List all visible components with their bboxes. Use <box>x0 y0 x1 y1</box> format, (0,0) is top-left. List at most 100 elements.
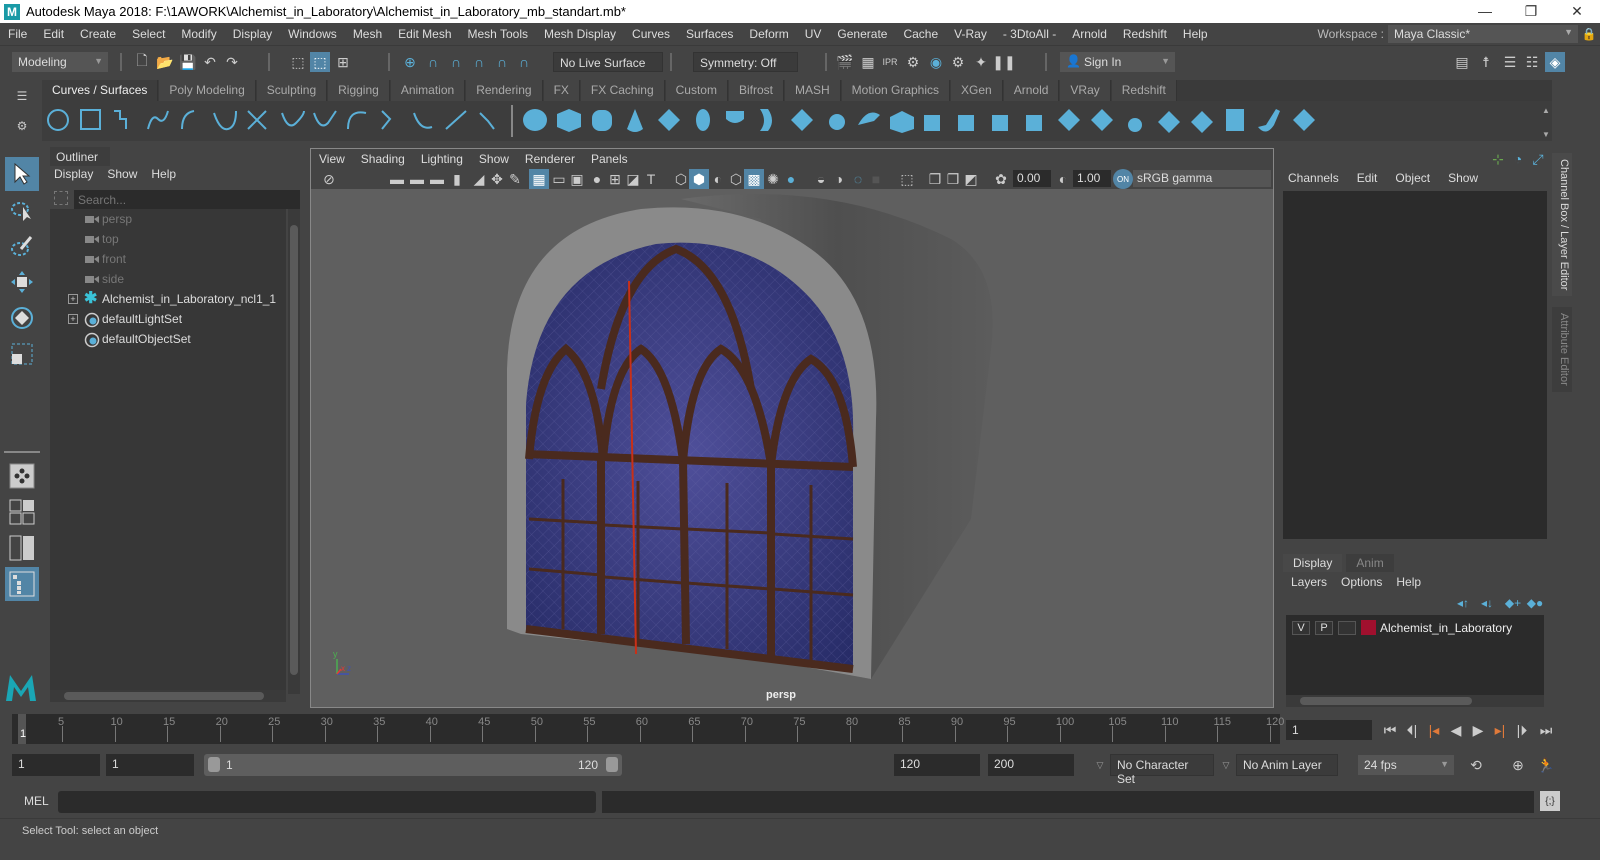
animation-end-field[interactable]: 200 <box>988 754 1074 776</box>
light-editor-icon[interactable]: ✦ <box>971 52 991 72</box>
shelf-tab-poly-modeling[interactable]: Poly Modeling <box>159 80 256 101</box>
intersect-surfaces-icon[interactable] <box>958 115 974 131</box>
new-layer-from-selection-icon[interactable]: ◆● <box>1525 593 1545 613</box>
attribute-editor-toggle-icon[interactable]: ☰ <box>1500 52 1520 72</box>
snap-live-icon[interactable]: ∩ <box>514 52 534 72</box>
filter-selection-icon[interactable] <box>54 191 68 205</box>
pencil-curve-tool-icon[interactable] <box>147 110 169 130</box>
render-view-icon[interactable]: 🎬 <box>835 52 855 72</box>
hypershade-icon[interactable]: ◉ <box>926 52 946 72</box>
layer-tab-display[interactable]: Display <box>1283 554 1343 572</box>
birail-icon[interactable] <box>858 112 880 125</box>
color-management-toggle-icon[interactable]: ON <box>1113 169 1133 189</box>
sculpt-geometry-icon[interactable] <box>1258 109 1280 132</box>
redo-icon[interactable]: ↷ <box>222 52 242 72</box>
smooth-shade-icon[interactable]: ⬢ <box>689 169 709 189</box>
menu-vray[interactable]: V-Ray <box>946 27 995 41</box>
nurbs-sphere-icon[interactable] <box>523 109 547 131</box>
channel-box-layer-editor-tab[interactable]: Channel Box / Layer Editor <box>1552 153 1572 297</box>
object-menu[interactable]: Object <box>1395 171 1430 185</box>
options-menu[interactable]: Options <box>1341 575 1382 589</box>
scrollbar-thumb[interactable] <box>1300 697 1472 705</box>
current-frame-field[interactable]: 1 <box>1286 720 1372 740</box>
bevel-plus-icon[interactable] <box>890 111 914 133</box>
nurbs-cylinder-icon[interactable] <box>592 110 612 131</box>
range-slider[interactable]: 1 120 <box>204 754 622 776</box>
layer-display-type-toggle[interactable] <box>1338 621 1356 635</box>
revolve-icon[interactable] <box>726 111 744 123</box>
render-settings-icon[interactable]: ⚙ <box>903 52 923 72</box>
menu-help[interactable]: Help <box>1175 27 1216 41</box>
playback-end-field[interactable]: 120 <box>894 754 980 776</box>
outliner-item-side[interactable]: side <box>50 269 286 289</box>
menu-set-dropdown[interactable]: Modeling <box>12 52 108 72</box>
fps-dropdown[interactable]: 24 fps <box>1358 755 1454 775</box>
mel-command-input[interactable] <box>58 791 596 813</box>
menu-windows[interactable]: Windows <box>280 27 345 41</box>
attribute-editor-tab[interactable]: Attribute Editor <box>1552 307 1572 392</box>
viewport-menu-view[interactable]: View <box>311 152 353 166</box>
layers-menu[interactable]: Layers <box>1291 575 1327 589</box>
3d-scene[interactable]: y x z persp <box>311 189 1273 707</box>
nurbs-cone-icon[interactable] <box>627 109 643 132</box>
step-forward-frame-icon[interactable]: |⏵ <box>1512 720 1532 740</box>
shelf-tab-rigging[interactable]: Rigging <box>328 80 390 101</box>
resolution-gate-icon[interactable]: ▣ <box>567 169 587 189</box>
menu-mesh[interactable]: Mesh <box>345 27 390 41</box>
gate-mask-icon[interactable]: ● <box>587 169 607 189</box>
select-hierarchy-icon[interactable]: ⬚ <box>288 52 308 72</box>
outliner-item-default-object-set[interactable]: defaultObjectSet <box>50 329 286 349</box>
menu-generate[interactable]: Generate <box>829 27 895 41</box>
safe-action-icon[interactable]: ◪ <box>623 169 643 189</box>
play-forwards-icon[interactable]: ▶ <box>1468 720 1488 740</box>
viewport-menu-shading[interactable]: Shading <box>353 152 413 166</box>
shelf-scroll-down-icon[interactable]: ▼ <box>1542 130 1550 139</box>
character-set-arrow-icon[interactable]: ▽ <box>1090 755 1110 775</box>
lasso-tool-button[interactable] <box>5 193 39 227</box>
insert-isoparm-icon[interactable] <box>1158 111 1180 133</box>
show-menu[interactable]: Show <box>1448 171 1478 185</box>
shelf-tab-bifrost[interactable]: Bifrost <box>728 80 784 101</box>
scrollbar-thumb[interactable] <box>290 225 298 675</box>
new-scene-icon[interactable]: 🗋 <box>132 52 152 72</box>
close-button[interactable]: ✕ <box>1554 0 1600 23</box>
shelf-scroll-up-icon[interactable]: ▲ <box>1542 106 1550 115</box>
project-curve-icon[interactable] <box>924 115 940 131</box>
step-back-key-icon[interactable]: |◂ <box>1424 720 1444 740</box>
select-component-icon[interactable]: ⊞ <box>333 52 353 72</box>
animation-preferences-icon[interactable]: 🏃 <box>1536 755 1556 775</box>
loop-playback-icon[interactable]: ⟲ <box>1466 755 1486 775</box>
nurbs-circle-icon[interactable] <box>47 109 69 131</box>
grease-pencil-icon[interactable]: ✎ <box>505 169 525 189</box>
menu-display[interactable]: Display <box>225 27 280 41</box>
layer-tab-anim[interactable]: Anim <box>1346 554 1394 572</box>
step-forward-key-icon[interactable]: ▸| <box>1490 720 1510 740</box>
viewport-menu-panels[interactable]: Panels <box>583 152 636 166</box>
shelf-tab-mash[interactable]: MASH <box>784 80 841 101</box>
anim-layer-dropdown[interactable]: No Anim Layer <box>1236 754 1338 776</box>
ipr-render-icon[interactable]: IPR <box>880 52 900 72</box>
outliner-menu-display[interactable]: Display <box>54 167 93 181</box>
shelf-tab-curves-surfaces[interactable]: Curves / Surfaces <box>42 80 159 101</box>
extend-curve-icon[interactable] <box>313 110 337 127</box>
go-to-end-icon[interactable]: ⏭ <box>1536 720 1556 740</box>
layer-help-menu[interactable]: Help <box>1396 575 1421 589</box>
outliner-item-front[interactable]: front <box>50 249 286 269</box>
float-panel-icon[interactable]: ⤢ <box>1528 149 1548 169</box>
layer-color-swatch[interactable] <box>1361 620 1376 635</box>
scrollbar-thumb[interactable] <box>64 692 264 700</box>
depth-of-field-icon[interactable]: ■ <box>866 169 886 189</box>
outliner-item-top[interactable]: top <box>50 229 286 249</box>
layer-visibility-toggle[interactable]: V <box>1292 621 1310 635</box>
open-scene-icon[interactable]: 📂 <box>155 52 175 72</box>
outliner-layout-button[interactable] <box>5 567 39 601</box>
curve-intersect-icon[interactable] <box>281 110 305 127</box>
shelf-tab-arnold[interactable]: Arnold <box>1003 80 1060 101</box>
move-layer-down-icon[interactable]: ◂↓ <box>1477 593 1497 613</box>
menu-arnold[interactable]: Arnold <box>1064 27 1115 41</box>
menu-select[interactable]: Select <box>124 27 173 41</box>
curve-editing-icon[interactable] <box>445 110 467 130</box>
anim-layer-arrow-icon[interactable]: ▽ <box>1216 755 1236 775</box>
three-point-arc-icon[interactable] <box>181 110 195 130</box>
shelf-menu-icon[interactable]: ☰ <box>12 86 32 106</box>
